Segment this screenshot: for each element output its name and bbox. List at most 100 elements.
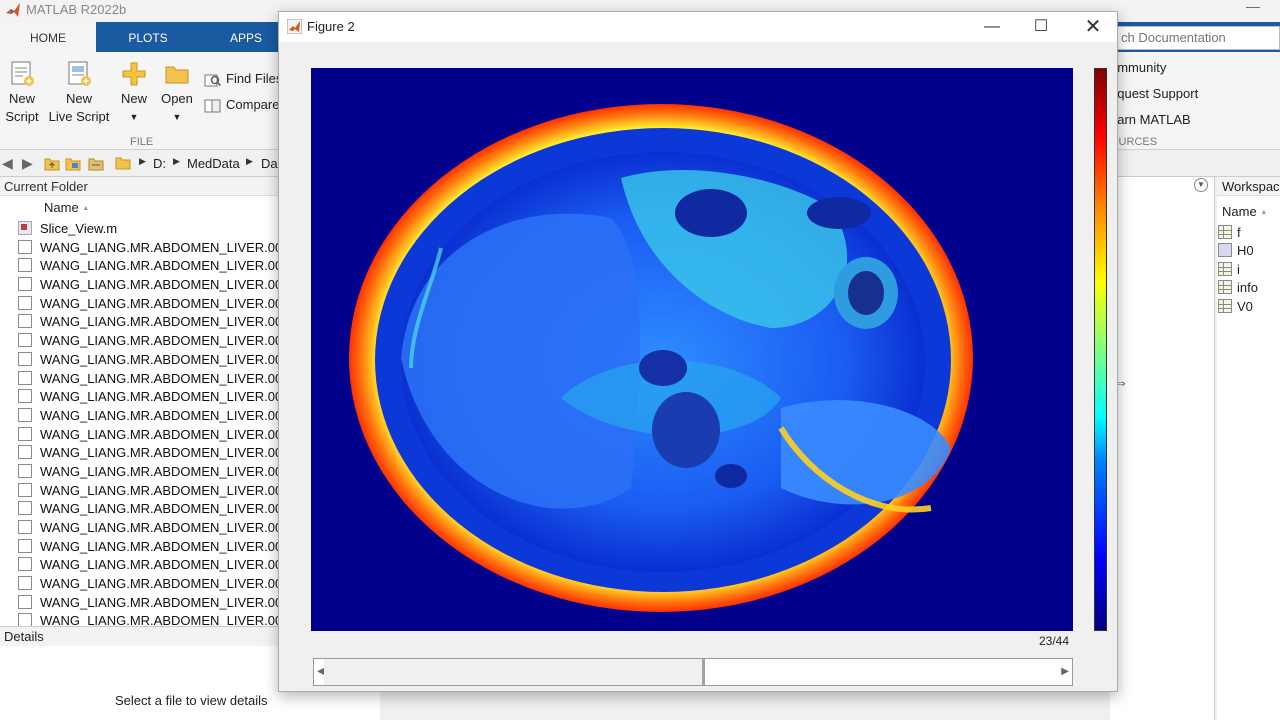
panel-menu-icon[interactable]: ▼ (1194, 178, 1208, 192)
back-arrow-icon[interactable]: ◀ (2, 155, 13, 172)
new-script-icon (11, 61, 34, 86)
file-name: WANG_LIANG.MR.ABDOMEN_LIVER.0024 (40, 389, 280, 405)
file-list-item[interactable]: WANG_LIANG.MR.ABDOMEN_LIVER.0024 (0, 257, 280, 276)
file-name: WANG_LIANG.MR.ABDOMEN_LIVER.0024 (40, 594, 280, 610)
variable-name: V0 (1237, 298, 1253, 314)
file-list-item[interactable]: WANG_LIANG.MR.ABDOMEN_LIVER.0024 (0, 538, 280, 557)
workspace-name-column[interactable]: Name ▲ (1222, 204, 1267, 219)
file-list-item[interactable]: WANG_LIANG.MR.ABDOMEN_LIVER.0024 (0, 594, 280, 613)
file-list-item[interactable]: WANG_LIANG.MR.ABDOMEN_LIVER.0024 (0, 407, 280, 426)
workspace-variable[interactable]: info (1218, 279, 1258, 297)
open-label: Open (161, 91, 193, 106)
search-documentation-input[interactable]: ch Documentation (1100, 26, 1280, 50)
colorbar (1094, 68, 1107, 631)
file-icon (18, 576, 32, 591)
file-list-item[interactable]: WANG_LIANG.MR.ABDOMEN_LIVER.0024 (0, 463, 280, 482)
compare-button[interactable]: Compare (204, 97, 279, 114)
file-list-item[interactable]: WANG_LIANG.MR.ABDOMEN_LIVER.0024 (0, 612, 280, 626)
file-list-item[interactable]: WANG_LIANG.MR.ABDOMEN_LIVER.0024 (0, 482, 280, 501)
file-list-item[interactable]: WANG_LIANG.MR.ABDOMEN_LIVER.0024 (0, 295, 280, 314)
slice-slider[interactable]: ◀ ▶ (313, 658, 1073, 686)
current-folder-header: Current Folder (0, 177, 280, 196)
open-button[interactable]: Open ▼ (158, 60, 196, 126)
figure-title: Figure 2 (307, 19, 355, 34)
browse-icon[interactable] (88, 155, 104, 171)
file-list-item[interactable]: WANG_LIANG.MR.ABDOMEN_LIVER.0024 (0, 276, 280, 295)
up-folder-icon[interactable] (44, 155, 60, 171)
new-label: New (120, 91, 147, 106)
new-script-button[interactable]: New Script (4, 60, 40, 126)
slider-right-arrow-icon[interactable]: ▶ (1061, 666, 1069, 677)
path-separator-icon: ▶ (173, 156, 180, 166)
slider-thumb[interactable] (702, 659, 705, 685)
file-icon (18, 389, 32, 404)
community-link[interactable]: ommunity (1110, 60, 1166, 75)
breadcrumb-drive[interactable]: D: (153, 156, 166, 171)
learn-matlab-link[interactable]: earn MATLAB (1110, 112, 1191, 127)
name-column-header[interactable]: Name ▲ (44, 200, 89, 215)
request-support-link[interactable]: equest Support (1110, 86, 1198, 101)
file-list-item[interactable]: WANG_LIANG.MR.ABDOMEN_LIVER.0024 (0, 351, 280, 370)
image-axes[interactable] (311, 68, 1073, 631)
figure-maximize-icon[interactable]: ☐ (1018, 14, 1064, 40)
workspace-variable[interactable]: i (1218, 261, 1258, 279)
new-dropdown-icon[interactable]: ▼ (117, 108, 151, 126)
file-list: Slice_View.m WANG_LIANG.MR.ABDOMEN_LIVER.… (0, 220, 280, 626)
current-folder-panel: Name ▲ Slice_View.m WANG_LIANG.MR.ABDOMEN… (0, 196, 280, 626)
name-column-label: Name (44, 200, 79, 215)
matrix-icon (1218, 225, 1232, 239)
file-name: WANG_LIANG.MR.ABDOMEN_LIVER.0024 (40, 538, 280, 554)
figure-titlebar[interactable]: Figure 2 — ☐ ✕ (279, 12, 1117, 42)
file-list-item[interactable]: WANG_LIANG.MR.ABDOMEN_LIVER.0024 (0, 556, 280, 575)
file-list-item[interactable]: WANG_LIANG.MR.ABDOMEN_LIVER.0024 (0, 426, 280, 445)
file-name: Slice_View.m (40, 221, 118, 236)
breadcrumb-meddata[interactable]: MedData (187, 156, 240, 171)
compare-label: Compare (226, 97, 280, 112)
workspace-panel: Name ▲ f H0 i info V0 (1217, 196, 1280, 720)
variable-name: f (1237, 225, 1241, 240)
file-icon (18, 482, 32, 497)
file-name: WANG_LIANG.MR.ABDOMEN_LIVER.0024 (40, 445, 280, 461)
forward-arrow-icon[interactable]: ▶ (22, 155, 33, 172)
file-name: WANG_LIANG.MR.ABDOMEN_LIVER.0024 (40, 370, 280, 386)
compare-icon (204, 99, 221, 113)
tab-plots[interactable]: PLOTS (113, 22, 183, 52)
workspace-header: Workspace (1217, 177, 1280, 196)
figure-close-icon[interactable]: ✕ (1070, 14, 1116, 40)
file-list-item[interactable]: WANG_LIANG.MR.ABDOMEN_LIVER.0024 (0, 388, 280, 407)
new-live-script-label-2: Live Script (48, 109, 110, 124)
file-list-item[interactable]: WANG_LIANG.MR.ABDOMEN_LIVER.0024 (0, 332, 280, 351)
file-icon (18, 314, 32, 329)
file-list-item[interactable]: WANG_LIANG.MR.ABDOMEN_LIVER.0024 (0, 575, 280, 594)
file-list-item[interactable]: WANG_LIANG.MR.ABDOMEN_LIVER.0024 (0, 370, 280, 389)
details-empty-text: Select a file to view details (115, 693, 268, 708)
file-list-item[interactable]: Slice_View.m (0, 220, 280, 239)
file-list-item[interactable]: WANG_LIANG.MR.ABDOMEN_LIVER.0024 (0, 500, 280, 519)
browse-folder-icon[interactable] (65, 155, 81, 171)
minimize-icon[interactable]: — (1246, 0, 1260, 14)
breadcrumb-data[interactable]: Da (261, 156, 278, 171)
file-name: WANG_LIANG.MR.ABDOMEN_LIVER.0024 (40, 277, 280, 293)
new-live-script-button[interactable]: New Live Script (48, 60, 110, 126)
workspace-variable[interactable]: f (1218, 224, 1258, 242)
file-list-item[interactable]: WANG_LIANG.MR.ABDOMEN_LIVER.0024 (0, 444, 280, 463)
find-files-button[interactable]: Find Files (204, 71, 282, 88)
workspace-variable[interactable]: H0 (1218, 242, 1258, 260)
open-dropdown-icon[interactable]: ▼ (158, 108, 196, 126)
file-name: WANG_LIANG.MR.ABDOMEN_LIVER.0024 (40, 557, 280, 573)
path-separator-icon: ▶ (246, 156, 253, 166)
command-window-panel[interactable] (1110, 177, 1215, 720)
file-icon (18, 520, 32, 534)
file-name: WANG_LIANG.MR.ABDOMEN_LIVER.0024 (40, 407, 280, 423)
figure-minimize-icon[interactable]: — (969, 14, 1015, 40)
file-list-item[interactable]: WANG_LIANG.MR.ABDOMEN_LIVER.0024 (0, 239, 280, 258)
sort-ascending-icon: ▲ (1260, 209, 1268, 216)
tab-apps[interactable]: APPS (215, 22, 277, 52)
new-button[interactable]: New ▼ (117, 60, 151, 126)
tab-home[interactable]: HOME (0, 22, 96, 52)
workspace-variable[interactable]: V0 (1218, 298, 1258, 316)
file-list-item[interactable]: WANG_LIANG.MR.ABDOMEN_LIVER.0024 (0, 519, 280, 538)
file-list-item[interactable]: WANG_LIANG.MR.ABDOMEN_LIVER.0024 (0, 313, 280, 332)
file-icon (18, 351, 32, 366)
variable-name: H0 (1237, 243, 1254, 259)
